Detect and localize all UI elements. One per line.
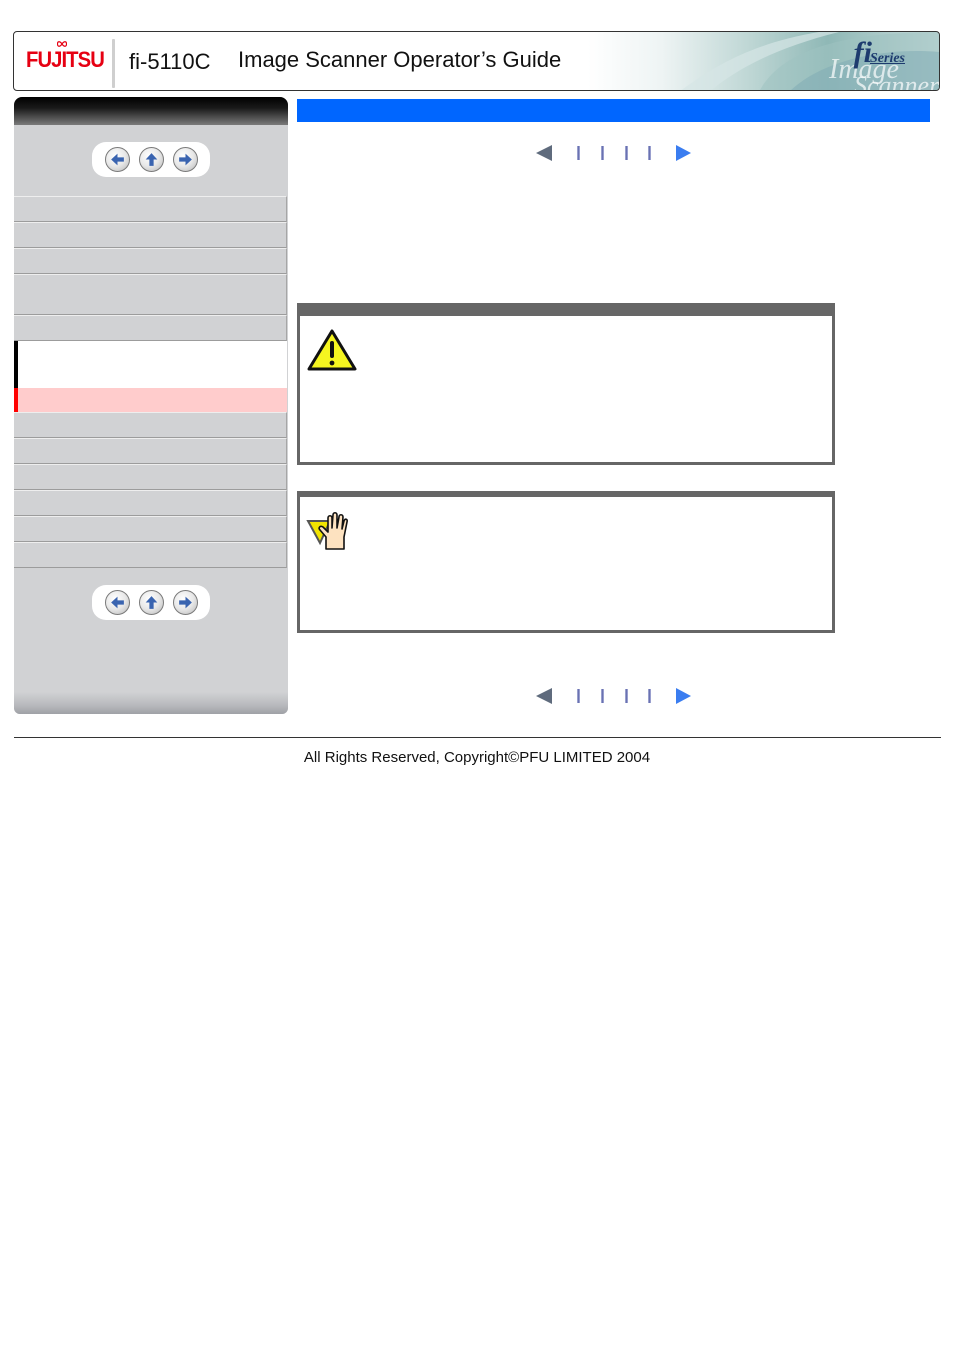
- section-title-bar: [297, 99, 930, 122]
- page-marker[interactable]: [577, 146, 580, 160]
- arrow-up-icon: [145, 596, 157, 609]
- sidebar-menu-item-selected[interactable]: [14, 388, 287, 412]
- arrow-up-icon: [145, 153, 157, 166]
- triangle-right-icon[interactable]: [676, 145, 691, 161]
- triangle-right-icon[interactable]: [676, 688, 691, 704]
- warning-triangle-icon: [307, 329, 357, 371]
- sidebar-nav-top: [92, 142, 210, 177]
- page-navigator-bottom: [536, 687, 696, 707]
- fujitsu-logo: FUJITSU: [26, 47, 105, 72]
- sidebar-nav-bottom: [92, 585, 210, 620]
- sidebar-menu-item[interactable]: [14, 516, 287, 542]
- sidebar-header: [14, 97, 288, 125]
- back-button[interactable]: [104, 147, 130, 172]
- forward-button[interactable]: [172, 147, 198, 172]
- back-button[interactable]: [104, 590, 130, 615]
- up-button[interactable]: [138, 590, 164, 615]
- sidebar: [14, 97, 288, 714]
- page-marker[interactable]: [648, 146, 651, 160]
- header-banner: FUJITSU fi-5110C Image Scanner Operator’…: [13, 31, 940, 91]
- sidebar-menu-item[interactable]: [14, 315, 287, 341]
- page-marker[interactable]: [577, 689, 580, 703]
- caution-box: [297, 303, 835, 465]
- sidebar-footer: [14, 692, 288, 714]
- raised-hand-icon: [306, 511, 348, 550]
- sidebar-menu-item[interactable]: [14, 412, 287, 438]
- arrow-left-icon: [110, 596, 124, 609]
- svg-text:Scanner: Scanner: [854, 71, 939, 91]
- guide-title: Image Scanner Operator’s Guide: [238, 47, 562, 72]
- sidebar-menu-item[interactable]: [14, 248, 287, 274]
- hint-box: [297, 491, 835, 633]
- page-marker[interactable]: [601, 689, 604, 703]
- model-name: fi-5110C: [129, 49, 211, 74]
- arrow-right-icon: [178, 596, 192, 609]
- page-marker[interactable]: [625, 689, 628, 703]
- sidebar-menu: [14, 196, 288, 568]
- triangle-left-icon[interactable]: [536, 688, 552, 704]
- sidebar-menu-item[interactable]: [14, 464, 287, 490]
- fi-series-logo: fiSeries: [853, 36, 905, 69]
- sidebar-menu-item[interactable]: [14, 490, 287, 516]
- page-marker[interactable]: [601, 146, 604, 160]
- up-button[interactable]: [138, 147, 164, 172]
- sidebar-menu-item[interactable]: [14, 438, 287, 464]
- copyright-notice: All Rights Reserved, Copyright©PFU LIMIT…: [303, 749, 651, 766]
- arrow-left-icon: [110, 153, 124, 166]
- footer-divider: [14, 737, 941, 738]
- header-divider: [112, 39, 115, 88]
- sidebar-menu-item[interactable]: [14, 196, 287, 222]
- sidebar-menu-item[interactable]: [14, 222, 287, 248]
- arrow-right-icon: [178, 153, 192, 166]
- sidebar-menu-item[interactable]: [14, 274, 287, 315]
- page-marker[interactable]: [648, 689, 651, 703]
- page-marker[interactable]: [625, 146, 628, 160]
- sidebar-menu-item[interactable]: [14, 542, 287, 568]
- sidebar-menu-item-expanded[interactable]: [14, 341, 287, 388]
- forward-button[interactable]: [172, 590, 198, 615]
- triangle-left-icon[interactable]: [536, 145, 552, 161]
- page-navigator-top: [536, 144, 696, 164]
